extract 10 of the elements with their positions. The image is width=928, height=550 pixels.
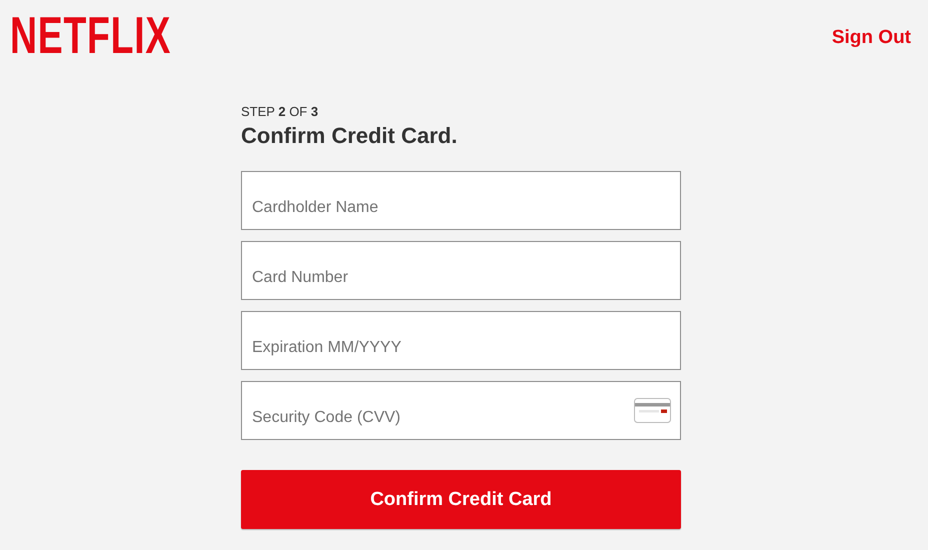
sign-out-link[interactable]: Sign Out <box>832 27 911 49</box>
step-indicator: STEP 2 OF 3 <box>241 104 320 120</box>
netflix-logo: NETFLIX <box>10 13 172 59</box>
input-field[interactable]: Security Code (CVV) <box>241 381 681 440</box>
credit-card-icon <box>634 398 671 423</box>
input-field[interactable]: Expiration MM/YYYY <box>241 311 681 370</box>
input-field[interactable]: Cardholder Name <box>241 171 681 230</box>
page-title: Confirm Credit Card. <box>241 123 458 149</box>
confirm-credit-card-button[interactable]: Confirm Credit Card <box>241 470 681 529</box>
input-field[interactable]: Card Number <box>241 241 681 300</box>
